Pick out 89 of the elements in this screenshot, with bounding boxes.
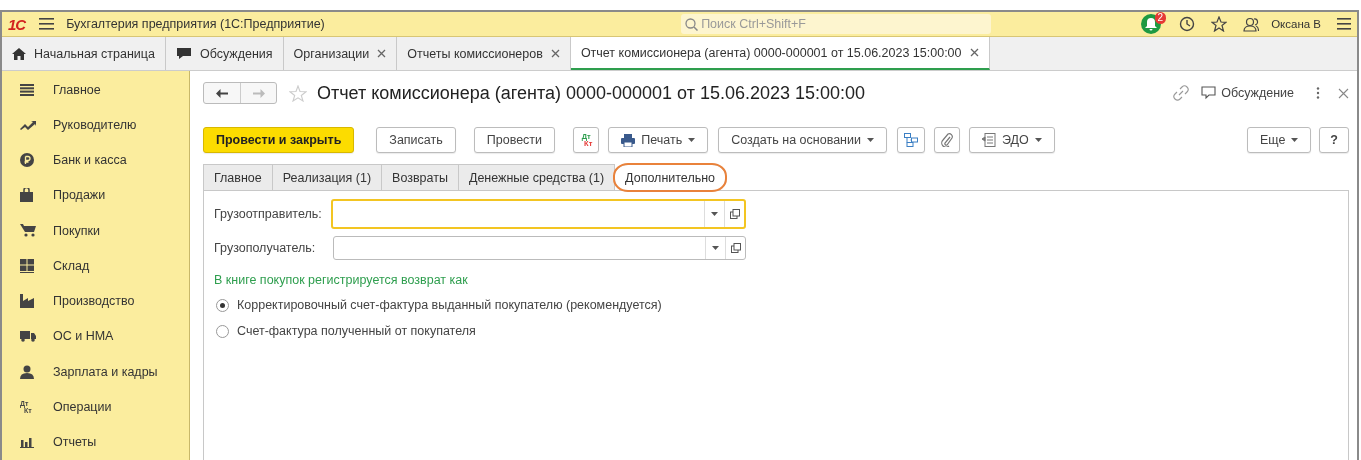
- field-label: Грузоотправитель:: [214, 207, 323, 221]
- caret-icon: [688, 138, 696, 142]
- warehouse-icon: [20, 258, 34, 273]
- caret-icon: [712, 246, 719, 250]
- close-icon[interactable]: [377, 49, 387, 58]
- app-logo[interactable]: 1С: [8, 15, 26, 33]
- notification-count: 2: [1154, 12, 1167, 24]
- truck-icon: [20, 330, 36, 343]
- radio-option[interactable]: Счет-фактура полученный от покупателя: [214, 318, 1338, 344]
- discussion-button[interactable]: Обсуждение: [1201, 86, 1294, 100]
- sidebar-item[interactable]: Зарплата и кадры: [2, 354, 189, 390]
- star-icon[interactable]: [1211, 16, 1228, 32]
- section-label: В книге покупок регистрируется возврат как: [214, 273, 469, 287]
- bell-icon: [1145, 17, 1158, 31]
- trend-icon: [20, 119, 36, 130]
- arrow-left-icon: [216, 88, 228, 98]
- sidebar-item[interactable]: Покупки: [2, 213, 189, 249]
- caret-icon: [711, 212, 718, 216]
- toolbar-button[interactable]: Провести: [473, 127, 556, 153]
- more-button[interactable]: Еще: [1246, 127, 1312, 153]
- dropdown-button[interactable]: ЭДО: [968, 127, 1055, 153]
- form-tab[interactable]: Главное: [203, 164, 273, 190]
- menu-icon: [20, 83, 34, 96]
- sidebar-item[interactable]: Склад: [2, 248, 189, 284]
- open-tab[interactable]: Отчеты комиссионеров: [397, 37, 571, 70]
- search-icon: [685, 18, 699, 31]
- history-icon[interactable]: [1179, 16, 1196, 32]
- sidebar-item[interactable]: Банк и касса: [2, 142, 189, 178]
- sidebar-item[interactable]: Главное: [2, 72, 189, 108]
- sidebar-item[interactable]: Производство: [2, 283, 189, 319]
- form-tab[interactable]: Возвраты: [381, 164, 459, 190]
- icon-button[interactable]: [896, 127, 925, 153]
- home-icon: [12, 47, 26, 60]
- open-tab[interactable]: Начальная страница: [2, 37, 166, 70]
- open-icon: [730, 243, 741, 253]
- tab-label: Отчеты комиссионеров: [407, 46, 543, 61]
- close-icon[interactable]: [1338, 87, 1349, 99]
- icon-button[interactable]: [933, 127, 960, 153]
- window-title: Бухгалтерия предприятия (1С:Предприятие): [66, 17, 325, 31]
- user-name[interactable]: Оксана В: [1271, 18, 1321, 30]
- chat-icon: [175, 47, 192, 60]
- sidebar-item[interactable]: ОС и НМА: [2, 318, 189, 355]
- caret-icon: [1034, 138, 1042, 142]
- arrow-right-icon: [252, 88, 265, 98]
- cart-icon: [20, 224, 36, 238]
- menu-icon[interactable]: [39, 18, 55, 30]
- dropdown-button[interactable]: Создать на основании: [718, 127, 887, 153]
- structure-icon: [903, 133, 918, 147]
- sidebar-item[interactable]: Продажи: [2, 177, 189, 214]
- open-tab[interactable]: Организации: [283, 37, 398, 70]
- ruble-icon: [20, 153, 34, 168]
- field-label: Грузополучатель:: [214, 241, 317, 255]
- shopping-bag-icon: [20, 188, 33, 203]
- form-tab[interactable]: Денежные средства (1): [457, 164, 616, 190]
- open-tab[interactable]: Обсуждения: [165, 37, 284, 70]
- printer-icon: [621, 133, 636, 147]
- menu-icon[interactable]: [1337, 18, 1351, 30]
- form-tab[interactable]: Дополнительно: [614, 164, 727, 191]
- help-button[interactable]: ?: [1319, 127, 1349, 153]
- tab-label: Отчет комиссионера (агента) 0000-000001 от 15.06.2023 15:00:00: [580, 45, 962, 60]
- chat-icon: [1201, 86, 1217, 100]
- close-icon[interactable]: [969, 48, 979, 57]
- caret-icon: [1291, 138, 1299, 142]
- factory-icon: [20, 294, 34, 309]
- tab-label: Организации: [293, 46, 370, 61]
- document-title: Отчет комиссионера (агента) 0000-000001 от 15.06.2023 15:00:00: [317, 82, 866, 104]
- link-icon[interactable]: [1173, 85, 1190, 101]
- users-icon[interactable]: [1243, 16, 1260, 32]
- document-exchange-icon: [981, 133, 996, 147]
- radio-option[interactable]: Корректировочный счет-фактура выданный покупателю (рекомендуется): [214, 292, 1338, 318]
- input-field[interactable]: [333, 236, 746, 260]
- input-field[interactable]: [331, 199, 746, 229]
- form-tab[interactable]: Реализация (1): [271, 164, 383, 190]
- search-field[interactable]: Поиск Ctrl+Shift+F: [681, 14, 992, 34]
- dropdown-button[interactable]: Печать: [608, 127, 709, 153]
- close-icon[interactable]: [550, 49, 560, 58]
- more-icon[interactable]: [1316, 87, 1320, 99]
- person-icon: [20, 364, 34, 379]
- paperclip-icon: [940, 133, 953, 147]
- sidebar-item[interactable]: Руководителю: [2, 107, 189, 143]
- open-icon: [729, 209, 740, 219]
- sidebar-item[interactable]: Отчеты: [2, 424, 189, 460]
- tab-label: Обсуждения: [199, 46, 273, 61]
- toolbar-button[interactable]: Записать: [376, 127, 456, 153]
- post-and-close-button[interactable]: Провести и закрыть: [203, 127, 355, 153]
- open-tab[interactable]: Отчет комиссионера (агента) 0000-000001 от 15.06.2023 15:00:00: [570, 37, 990, 70]
- caret-icon: [866, 138, 874, 142]
- tab-label: Начальная страница: [34, 46, 155, 61]
- bar-chart-icon: [20, 436, 34, 449]
